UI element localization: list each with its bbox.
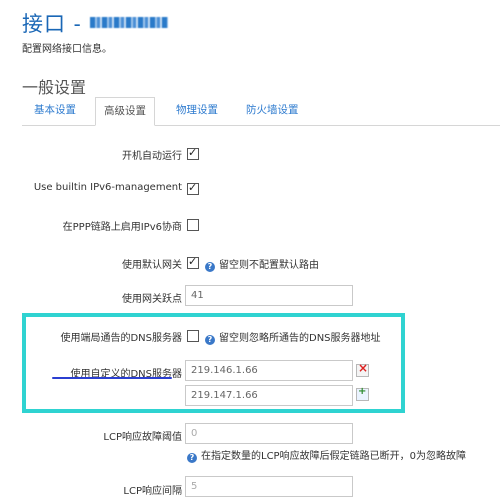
page-title-text: 接口 - xyxy=(22,12,82,36)
auto-start-checkbox[interactable] xyxy=(187,146,199,160)
lcp-threshold-hint: ? 在指定数量的LCP响应故障后假定链路已断开，0为忽略故障 xyxy=(187,447,466,463)
tab-advanced-settings[interactable]: 高级设置 xyxy=(95,97,155,126)
page-title: 接口 - xyxy=(22,8,168,38)
section-title: 一般设置 xyxy=(22,78,87,97)
ipv6-ppp-label: 在PPP链路上启用IPv6协商 xyxy=(62,222,182,233)
lcp-threshold-input[interactable]: 0 xyxy=(185,423,353,444)
help-icon: ? xyxy=(205,262,215,272)
default-gateway-checkbox[interactable] xyxy=(187,255,199,269)
ipv6-ppp-checkbox[interactable] xyxy=(187,219,199,231)
page-subtitle: 配置网络接口信息。 xyxy=(22,44,112,55)
tab-physical-settings[interactable]: 物理设置 xyxy=(168,97,226,124)
lcp-interval-input[interactable]: 5 xyxy=(185,476,353,497)
tab-bar: 基本设置 高级设置 物理设置 防火墙设置 xyxy=(22,97,500,126)
gateway-metric-input[interactable]: 41 xyxy=(185,285,353,306)
lcp-threshold-hint-text: 在指定数量的LCP响应故障后假定链路已断开，0为忽略故障 xyxy=(201,451,466,462)
gateway-metric-label: 使用网关跃点 xyxy=(122,294,182,305)
ipv6-management-checkbox[interactable] xyxy=(187,181,199,195)
ipv6-management-label: Use builtin IPv6-management xyxy=(33,182,182,193)
annotation-highlight-box xyxy=(22,313,405,413)
default-gateway-hint-text: 留空则不配置默认路由 xyxy=(219,260,319,271)
tab-firewall-settings[interactable]: 防火墙设置 xyxy=(238,97,307,124)
default-gateway-hint: ? 留空则不配置默认路由 xyxy=(205,256,319,272)
tab-basic-settings[interactable]: 基本设置 xyxy=(26,97,84,124)
default-gateway-label: 使用默认网关 xyxy=(122,260,182,271)
auto-start-label: 开机自动运行 xyxy=(122,151,182,162)
redacted-interface-name xyxy=(89,17,168,28)
help-icon: ? xyxy=(187,453,197,463)
lcp-threshold-label: LCP响应故障阈值 xyxy=(103,432,182,443)
